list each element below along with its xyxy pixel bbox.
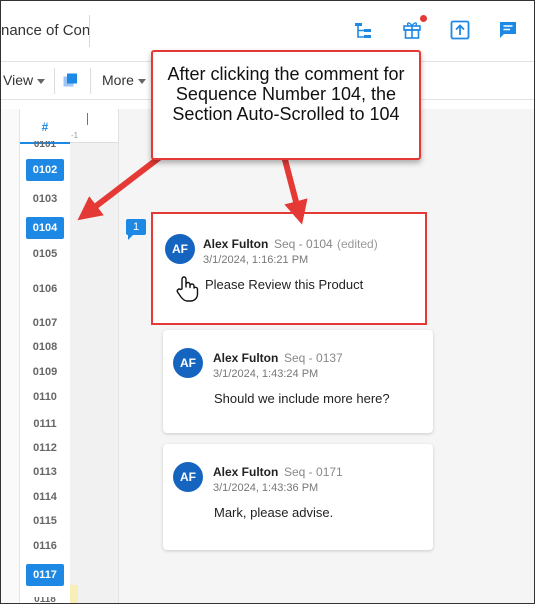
sequence-row[interactable]: 0104 xyxy=(26,217,64,239)
app-window: nance of Con View More # 0101 0102 0103 … xyxy=(0,0,535,604)
notification-dot xyxy=(420,15,427,22)
comment-text: Mark, please advise. xyxy=(214,505,334,520)
view-menu[interactable]: View xyxy=(3,72,46,88)
comment-seq[interactable]: Seq - 0171 xyxy=(284,465,343,479)
sequence-column: # 0101 0102 0103 0104 0105 0106 0107 010… xyxy=(20,109,70,603)
sequence-row[interactable]: 0111 xyxy=(20,418,70,430)
comment-date: 3/1/2024, 1:43:24 PM xyxy=(213,368,319,380)
comment-count-badge[interactable]: 1 xyxy=(126,219,146,240)
ruler-column: -1 xyxy=(70,109,119,603)
comment-card[interactable]: AF Alex Fulton Seq - 0137 3/1/2024, 1:43… xyxy=(163,330,433,433)
comment-author: Alex Fulton xyxy=(203,237,269,251)
sequence-row[interactable]: 0107 xyxy=(20,317,70,329)
ruler-marker xyxy=(87,113,88,125)
annotation-callout: After clicking the comment for Sequence … xyxy=(151,50,421,160)
comment-card[interactable]: AF Alex Fulton Seq - 0104 (edited) 3/1/2… xyxy=(151,212,427,325)
more-label: More xyxy=(102,72,134,88)
sequence-row[interactable]: 0113 xyxy=(20,466,70,478)
sequence-row[interactable]: 0101 xyxy=(20,141,70,151)
sequence-row[interactable]: 0114 xyxy=(20,491,70,503)
hierarchy-icon[interactable] xyxy=(352,19,374,41)
sequence-row[interactable]: 0118 xyxy=(20,597,70,603)
comment-text: Please Review this Product xyxy=(205,277,364,292)
comment-card[interactable]: AF Alex Fulton Seq - 0171 3/1/2024, 1:43… xyxy=(163,444,433,550)
comment-icon[interactable] xyxy=(497,19,519,41)
comment-author: Alex Fulton xyxy=(213,351,279,365)
sequence-row[interactable]: 0116 xyxy=(20,540,70,552)
avatar: AF xyxy=(165,234,195,264)
sequence-column-header[interactable]: # xyxy=(20,109,70,144)
document-title: nance of Con xyxy=(1,22,91,39)
ruler-header: -1 xyxy=(70,109,118,143)
avatar: AF xyxy=(173,348,203,378)
sequence-row[interactable]: 0110 xyxy=(20,391,70,403)
sequence-row[interactable]: 0106 xyxy=(20,283,70,295)
sequence-row[interactable]: 0117 xyxy=(26,564,64,586)
upload-icon[interactable] xyxy=(449,19,471,41)
more-menu[interactable]: More xyxy=(102,72,146,88)
sequence-row[interactable]: 0102 xyxy=(26,159,64,181)
annotation-text: After clicking the comment for Sequence … xyxy=(167,64,405,124)
ruler-tick: -1 xyxy=(71,131,79,140)
copy-icon[interactable] xyxy=(63,73,78,88)
highlight-bar xyxy=(70,585,78,603)
view-label: View xyxy=(3,72,34,88)
sequence-row[interactable]: 0115 xyxy=(20,515,70,527)
row-gutter xyxy=(1,109,20,603)
comment-author: Alex Fulton xyxy=(213,465,279,479)
sequence-row[interactable]: 0112 xyxy=(20,442,70,454)
toolbar-divider xyxy=(90,68,91,94)
comment-text: Should we include more here? xyxy=(214,391,390,406)
sequence-row[interactable]: 0105 xyxy=(20,248,70,260)
title-divider xyxy=(89,15,90,47)
comment-date: 3/1/2024, 1:16:21 PM xyxy=(203,254,309,266)
sequence-row[interactable]: 0103 xyxy=(20,193,70,205)
comment-edited-tag: (edited) xyxy=(337,237,378,251)
comment-date: 3/1/2024, 1:43:36 PM xyxy=(213,482,319,494)
sequence-row[interactable]: 0109 xyxy=(20,366,70,378)
chevron-down-icon xyxy=(37,78,46,84)
chevron-down-icon xyxy=(137,78,146,84)
comment-seq[interactable]: Seq - 0137 xyxy=(284,351,343,365)
sequence-row[interactable]: 0108 xyxy=(20,341,70,353)
hand-cursor-icon xyxy=(175,275,199,303)
comment-seq[interactable]: Seq - 0104 xyxy=(274,237,333,251)
toolbar-divider xyxy=(54,68,55,94)
avatar: AF xyxy=(173,462,203,492)
gift-icon[interactable] xyxy=(401,19,423,41)
